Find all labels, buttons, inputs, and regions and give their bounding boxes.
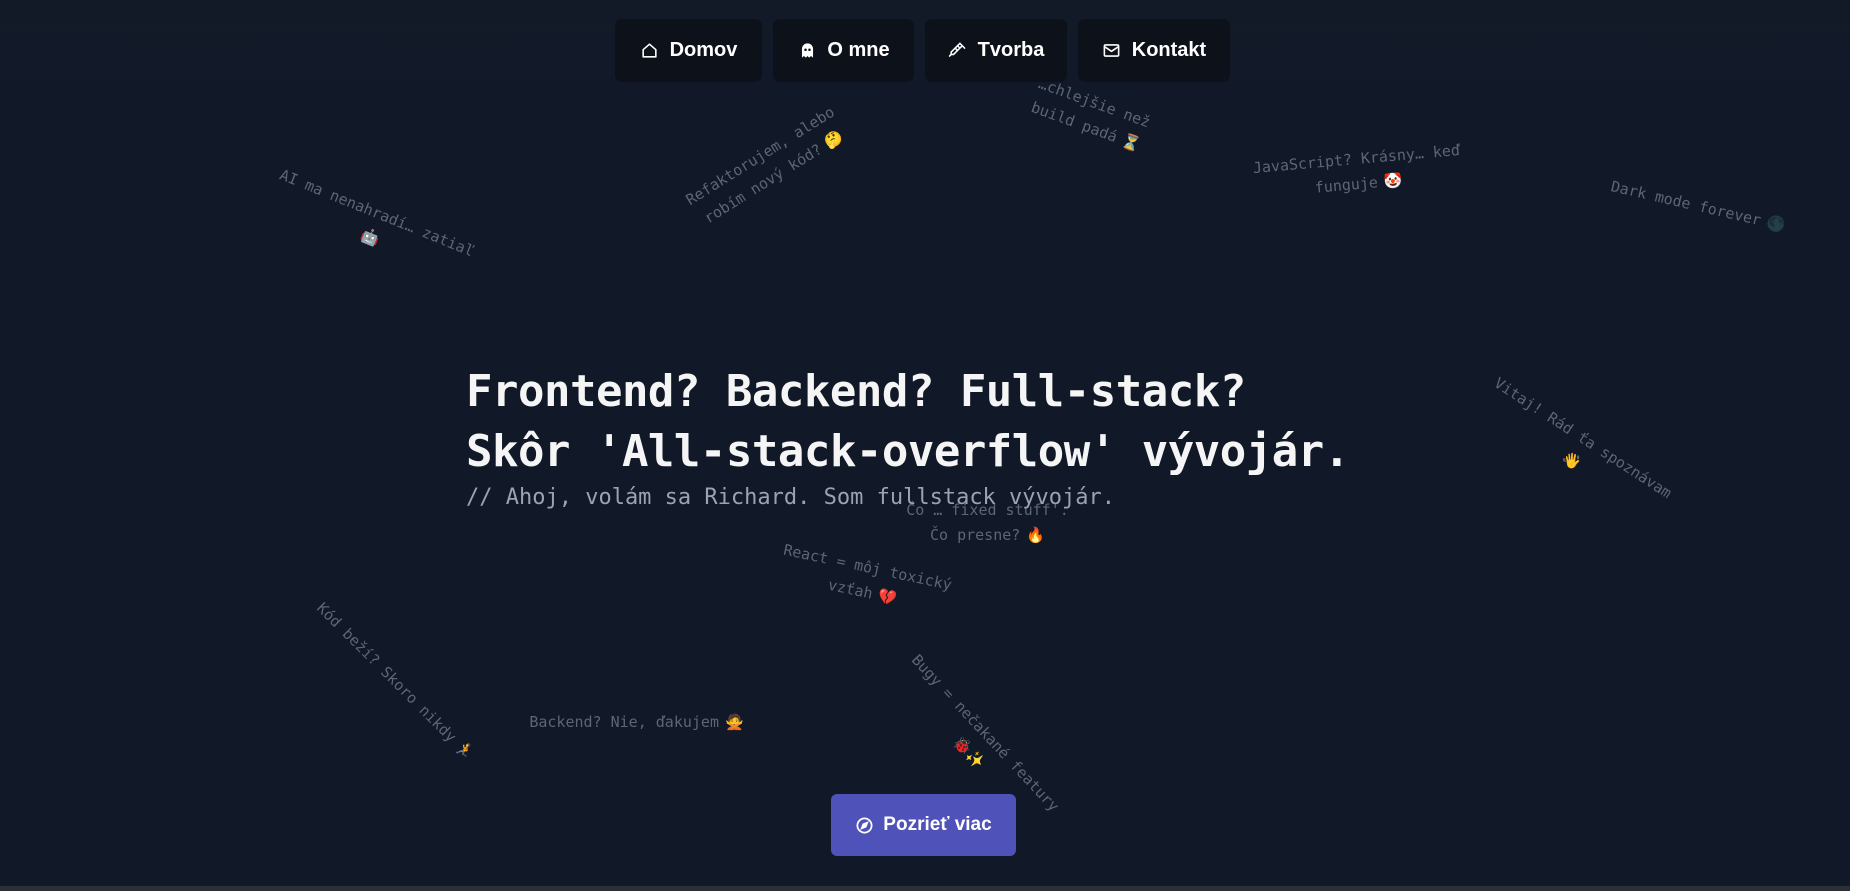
page: Domov O mne Tvorba Kontakt AI ma nenahra…: [0, 0, 1850, 891]
floater-ai: AI ma nenahradí… zatiaľ 🤖: [261, 161, 484, 289]
nav-item-label: Tvorba: [977, 39, 1045, 61]
nav-item-label: Kontakt: [1131, 39, 1207, 61]
clown-emoji: 🤡: [1382, 170, 1404, 191]
floater-darkmode: Dark mode forever 🌑: [1598, 172, 1798, 241]
hourglass-emoji: ⏳: [1119, 130, 1144, 155]
no-gesture-emoji: 🙅: [724, 713, 744, 731]
home-icon: [640, 41, 660, 61]
hero-title-line-1: Frontend? Backend? Full-stack?: [466, 366, 1246, 417]
hero: Frontend? Backend? Full-stack? Skôr 'All…: [466, 362, 1350, 510]
main-nav: Domov O mne Tvorba Kontakt: [615, 19, 1230, 82]
new-moon-emoji: 🌑: [1764, 213, 1787, 235]
floater-text: vzťah: [826, 575, 875, 603]
nav-item-label: O mne: [827, 39, 890, 61]
floater-vitaj: Vitaj! Rád ťa spoznávam 👋: [1470, 368, 1681, 529]
ghost-icon: [797, 41, 817, 61]
floater-refactor: Refaktorujem, alebo robím nový kód?🤔: [673, 95, 860, 238]
nav-item-kontakt[interactable]: Kontakt: [1078, 19, 1230, 82]
floater-text: Backend? Nie, ďakujem: [529, 713, 719, 731]
syringe-icon: [948, 41, 968, 61]
floater-text: Vitaj! Rád ťa spoznávam: [1490, 373, 1675, 503]
floater-text: Dark mode forever: [1609, 177, 1763, 230]
thinking-emoji: 🤔: [820, 126, 847, 153]
fire-emoji: 🔥: [1026, 525, 1045, 544]
waving-hand-emoji: 👋: [1559, 447, 1585, 474]
view-more-button[interactable]: Pozrieť viac: [831, 794, 1016, 856]
hero-subtitle: // Ahoj, volám sa Richard. Som fullstack…: [466, 485, 1116, 510]
nav-item-label: Domov: [669, 39, 738, 61]
mail-icon: [1102, 41, 1122, 61]
floater-backend: Backend? Nie, ďakujem 🙅: [514, 710, 759, 735]
robot-emoji: 🤖: [358, 225, 383, 249]
floater-react: React = môj toxický vzťah 💔: [767, 536, 963, 624]
compass-icon: [855, 816, 874, 835]
view-more-label: Pozrieť viac: [883, 814, 992, 835]
broken-heart-emoji: 💔: [876, 586, 899, 608]
floater-javascript: JavaScript? Krásny… keď funguje 🤡: [1243, 137, 1471, 206]
floater-text: funguje: [1313, 173, 1379, 197]
nav-item-o-mne[interactable]: O mne: [773, 19, 914, 82]
floater-kod: Kód beží? Skoro nikdy🏃: [311, 597, 477, 763]
runner-emoji: 🏃: [451, 737, 478, 764]
floater-text: Kód beží? Skoro nikdy: [313, 599, 461, 746]
floater-text: Čo presne?: [930, 525, 1021, 544]
page-bottom-edge: [0, 886, 1850, 891]
nav-item-domov[interactable]: Domov: [615, 19, 762, 82]
hero-title-line-2: Skôr 'All-stack-overflow' vývojár.: [466, 426, 1350, 477]
